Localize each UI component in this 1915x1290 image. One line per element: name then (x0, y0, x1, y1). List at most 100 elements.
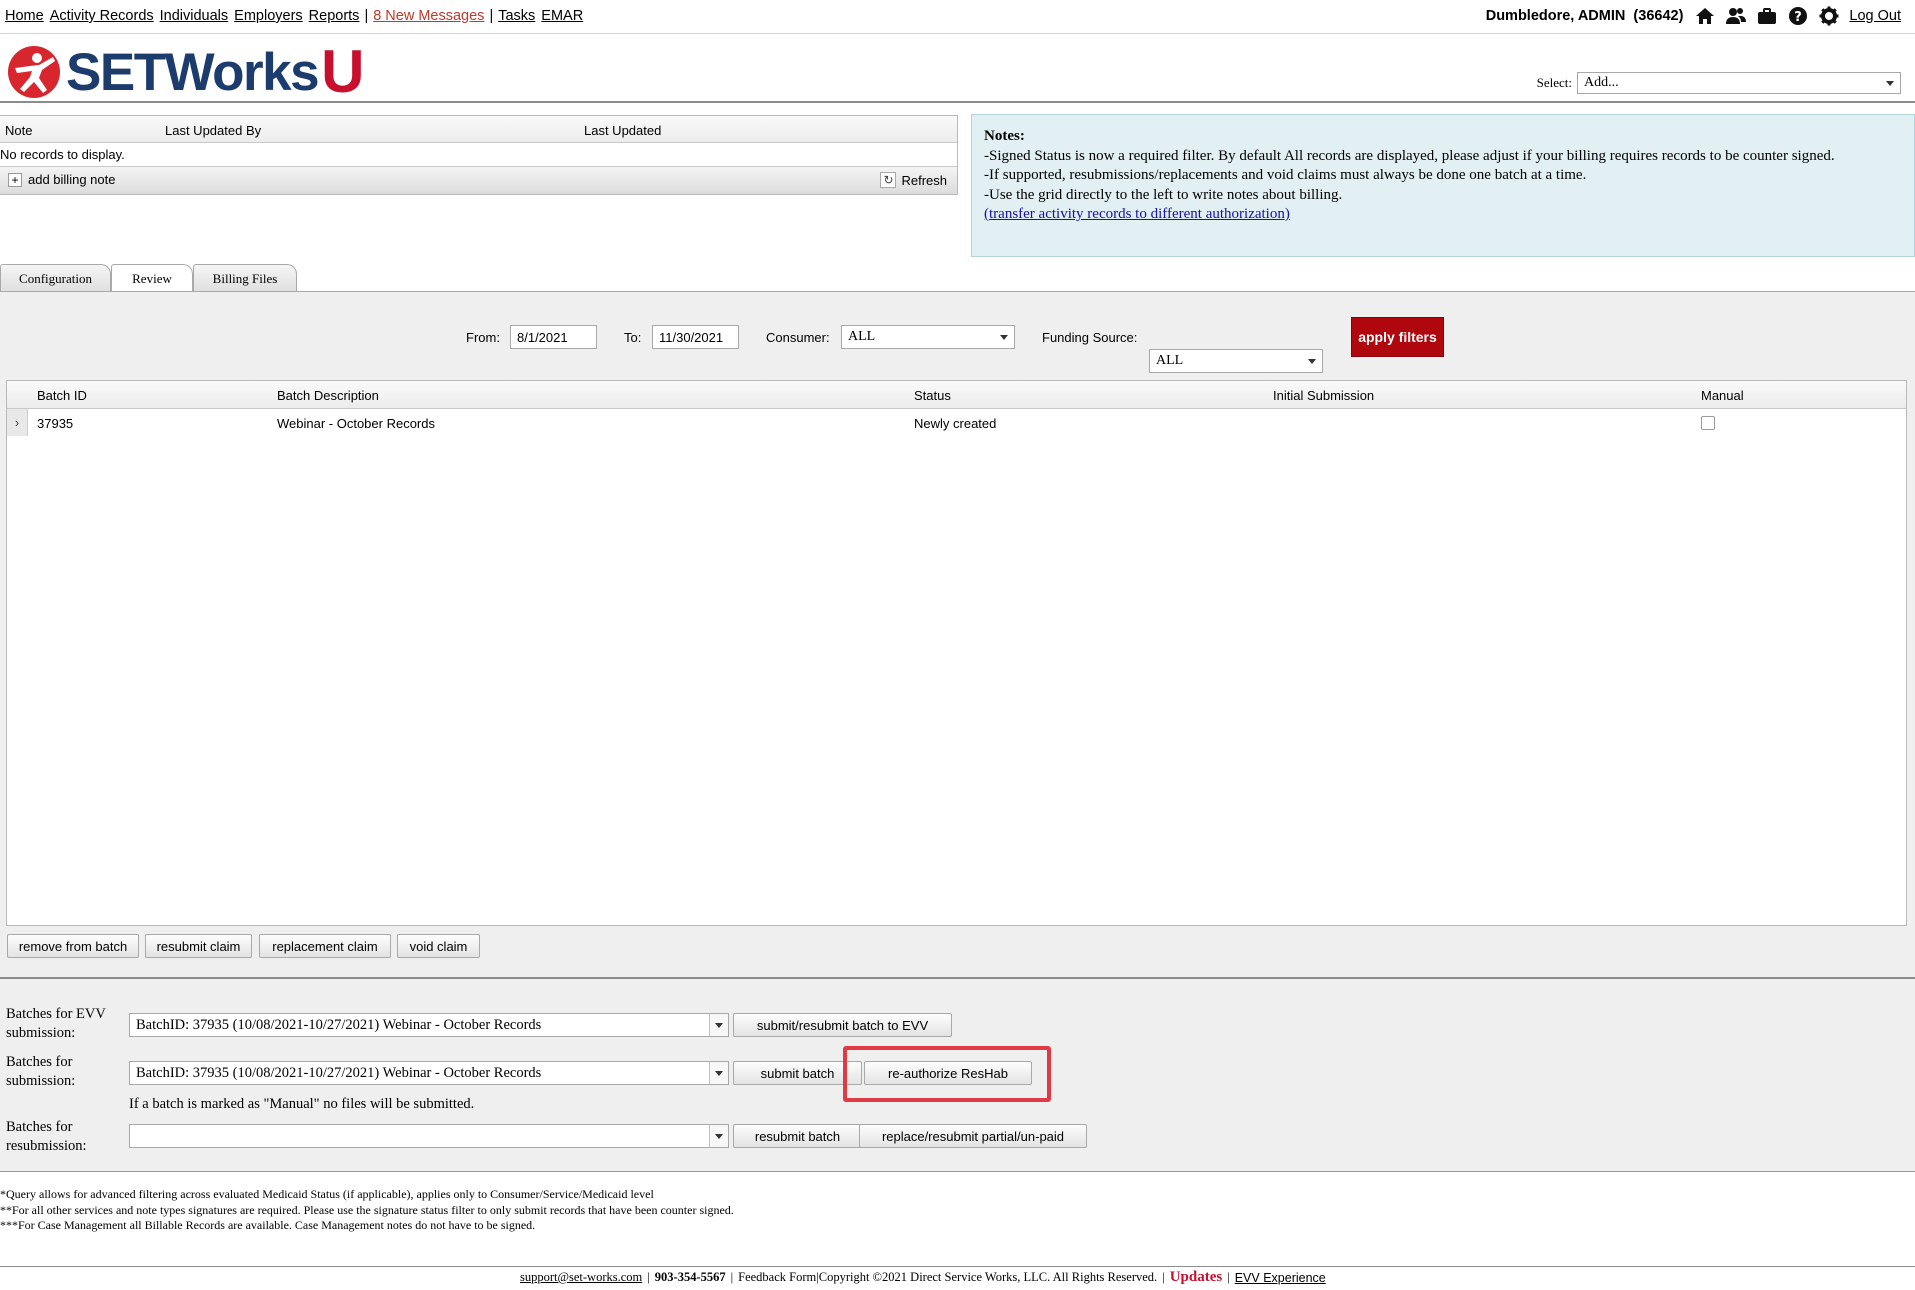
help-icon[interactable]: ? (1787, 5, 1809, 27)
nav-emar[interactable]: EMAR (541, 8, 583, 24)
column-header-manual[interactable]: Manual (1701, 388, 1744, 403)
column-header-batch-id[interactable]: Batch ID (37, 388, 87, 403)
apply-filters-button[interactable]: apply filters (1351, 317, 1444, 357)
batch-resubmission-label: Batches for resubmission: (6, 1119, 87, 1154)
column-header-note[interactable]: Note (5, 123, 32, 138)
setworks-logo[interactable]: SETWorks U (6, 38, 364, 105)
void-claim-button[interactable]: void claim (397, 934, 480, 958)
nav-reports[interactable]: Reports (309, 8, 360, 24)
add-select[interactable]: Add... (1577, 72, 1901, 94)
evv-experience-link[interactable]: EVV Experience (1235, 1271, 1326, 1285)
grid-header: Note Last Updated By Last Updated (0, 116, 957, 143)
users-icon[interactable] (1725, 5, 1747, 27)
funding-source-label: Funding Source: (1042, 330, 1138, 345)
expand-row-icon[interactable]: › (7, 409, 28, 436)
resubmit-claim-button[interactable]: resubmit claim (145, 934, 252, 958)
column-header-initial-submission[interactable]: Initial Submission (1273, 388, 1374, 403)
footer-separator: | (730, 1270, 734, 1284)
batch-grid: Batch ID Batch Description Status Initia… (6, 380, 1907, 926)
from-label: From: (466, 330, 500, 345)
manual-batch-note: If a batch is marked as "Manual" no file… (129, 1096, 475, 1112)
grid-header: Batch ID Batch Description Status Initia… (7, 381, 1906, 409)
notes-panel: Notes: -Signed Status is now a required … (971, 114, 1915, 257)
resubmission-batch-select[interactable] (129, 1124, 729, 1148)
divider (0, 33, 1915, 34)
nav-individuals[interactable]: Individuals (160, 8, 229, 24)
briefcase-icon[interactable] (1756, 5, 1778, 27)
divider (0, 101, 1915, 103)
funding-source-select-value: ALL (1156, 353, 1184, 368)
batch-submission-label: Batches for submission: (6, 1054, 76, 1089)
refresh-icon: ↻ (880, 172, 897, 188)
from-date-input[interactable]: 8/1/2021 (510, 325, 597, 349)
add-billing-note-button[interactable]: + add billing note (8, 172, 115, 187)
cell-batch-id: 37935 (37, 416, 74, 431)
column-header-status[interactable]: Status (914, 388, 951, 403)
to-label: To: (624, 330, 642, 345)
highlight-annotation (843, 1046, 1051, 1102)
resubmit-batch-button[interactable]: resubmit batch (733, 1124, 862, 1148)
notes-title: Notes: (984, 128, 1025, 144)
evv-batch-select-value: BatchID: 37935 (10/08/2021-10/27/2021) W… (136, 1017, 542, 1033)
footer-separator: | (647, 1270, 650, 1284)
footnote-3: ***For Case Management all Billable Reco… (0, 1218, 536, 1232)
to-date-input[interactable]: 11/30/2021 (652, 325, 739, 349)
replace-resubmit-partial-button[interactable]: replace/resubmit partial/un-paid (859, 1124, 1087, 1148)
footer-separator: | (1227, 1270, 1230, 1284)
submit-resubmit-evv-button[interactable]: submit/resubmit batch to EVV (733, 1013, 952, 1037)
table-row[interactable]: › 37935 Webinar - October Records Newly … (7, 409, 1906, 436)
tab-review[interactable]: Review (111, 264, 193, 292)
evv-batch-select[interactable]: BatchID: 37935 (10/08/2021-10/27/2021) W… (129, 1013, 729, 1037)
tab-billing-files[interactable]: Billing Files (193, 264, 297, 291)
footnote-2: **For all other services and note types … (0, 1203, 734, 1217)
chevron-down-icon (709, 1014, 728, 1036)
divider (0, 1266, 1915, 1267)
notes-line: -If supported, resubmissions/replacement… (984, 167, 1587, 183)
cell-batch-description: Webinar - October Records (277, 416, 435, 431)
add-select-value: Add... (1584, 75, 1619, 90)
nav-activity-records[interactable]: Activity Records (50, 8, 154, 24)
top-navigation: Home Activity Records Individuals Employ… (5, 6, 583, 26)
refresh-button[interactable]: ↻ Refresh (880, 172, 947, 188)
divider (0, 1171, 1915, 1172)
chevron-down-icon (1886, 80, 1894, 86)
funding-source-select[interactable]: ALL (1149, 349, 1323, 373)
gear-icon[interactable] (1818, 5, 1840, 27)
nav-home[interactable]: Home (5, 8, 44, 24)
submission-batch-select[interactable]: BatchID: 37935 (10/08/2021-10/27/2021) W… (129, 1061, 729, 1085)
transfer-records-link[interactable]: (transfer activity records to different … (984, 206, 1290, 222)
logo-wordmark: SETWorks (66, 42, 320, 102)
support-email-link[interactable]: support@set-works.com (520, 1270, 642, 1285)
nav-tasks[interactable]: Tasks (498, 8, 535, 24)
user-area: Dumbledore, ADMIN (36642) ? Log Out (1486, 4, 1901, 28)
tab-configuration[interactable]: Configuration (0, 264, 111, 291)
column-header-last-updated-by[interactable]: Last Updated By (165, 123, 261, 138)
billing-notes-grid: Note Last Updated By Last Updated No rec… (0, 115, 958, 195)
remove-from-batch-button[interactable]: remove from batch (7, 934, 139, 958)
notes-line: -Use the grid directly to the left to wr… (984, 186, 1343, 203)
nav-separator: | (489, 8, 494, 24)
manual-checkbox[interactable] (1701, 416, 1715, 430)
notes-line: -Signed Status is now a required filter.… (984, 147, 1835, 164)
select-area: Select: Add... (1537, 72, 1901, 94)
submission-batch-select-value: BatchID: 37935 (10/08/2021-10/27/2021) W… (136, 1065, 542, 1081)
column-header-batch-description[interactable]: Batch Description (277, 388, 379, 403)
grid-footer: + add billing note ↻ Refresh (0, 166, 957, 194)
add-billing-note-label: add billing note (28, 172, 116, 187)
footnote-1: *Query allows for advanced filtering acr… (0, 1187, 654, 1201)
refresh-label: Refresh (901, 172, 947, 188)
nav-employers[interactable]: Employers (234, 8, 303, 24)
column-header-last-updated[interactable]: Last Updated (584, 123, 661, 138)
nav-messages[interactable]: 8 New Messages (373, 8, 484, 24)
chevron-down-icon (709, 1125, 728, 1147)
evv-submission-label: Batches for EVV submission: (6, 1006, 106, 1041)
user-name: Dumbledore, ADMIN (36642) (1485, 8, 1684, 24)
logout-link[interactable]: Log Out (1849, 8, 1901, 24)
footer-separator: | (1162, 1270, 1165, 1284)
logo-figure-icon (8, 46, 60, 98)
home-icon[interactable] (1694, 5, 1716, 27)
updates-link[interactable]: Updates (1170, 1269, 1223, 1286)
consumer-select[interactable]: ALL (841, 325, 1015, 349)
logo-u-mark: U (321, 38, 364, 105)
replacement-claim-button[interactable]: replacement claim (259, 934, 391, 958)
